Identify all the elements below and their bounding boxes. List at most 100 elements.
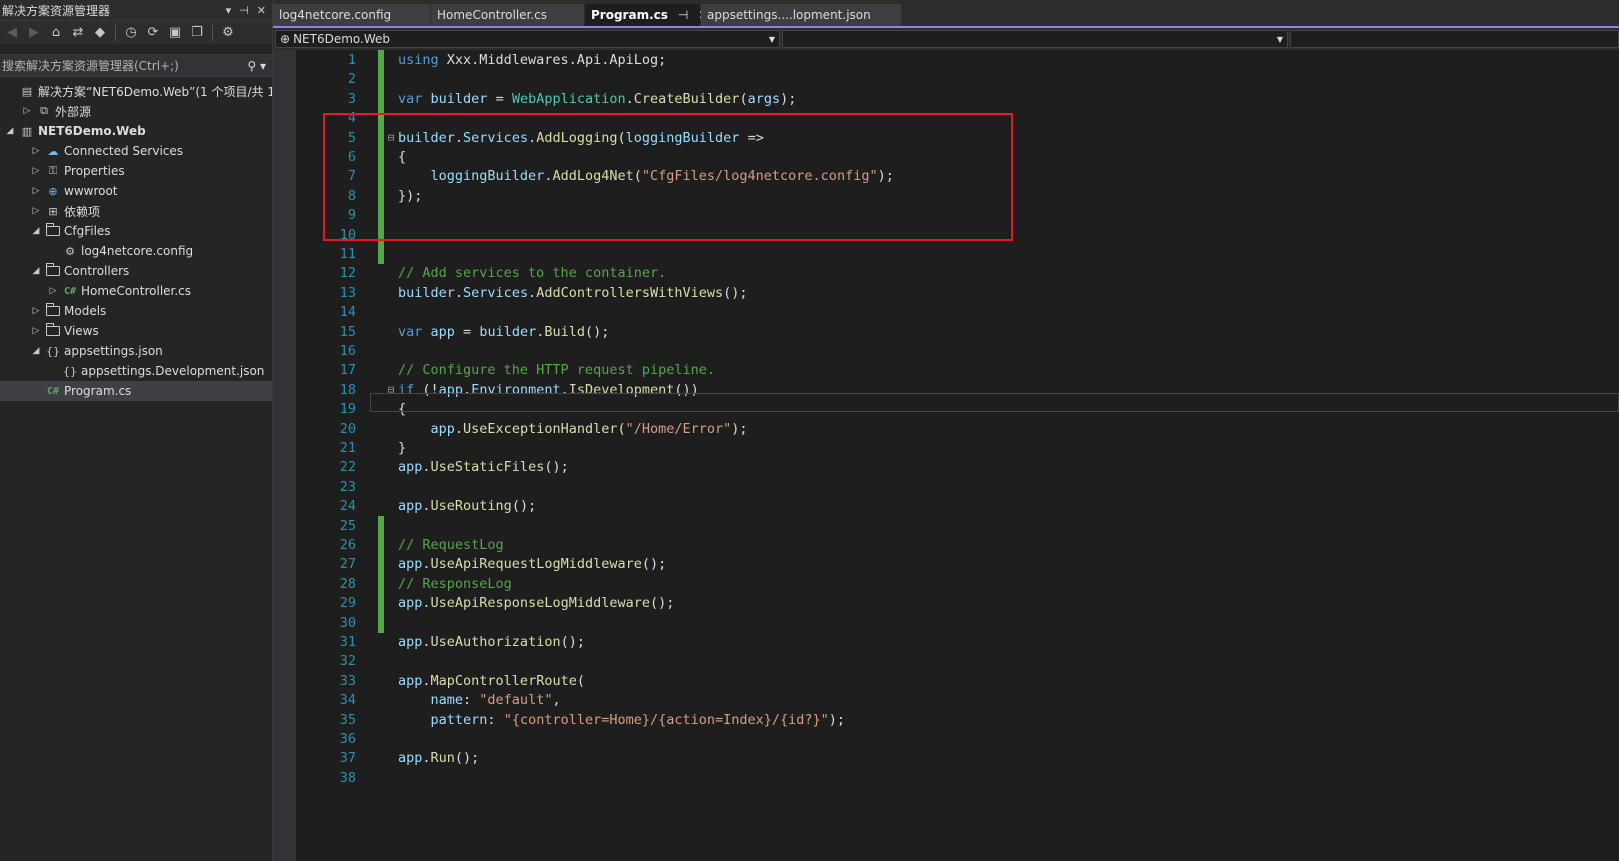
tree-item[interactable]: ▷ ⧉ 外部源 bbox=[0, 101, 272, 121]
code-line[interactable]: 14 bbox=[296, 302, 398, 322]
tree-item[interactable]: ▷ C# HomeController.cs bbox=[0, 281, 272, 301]
tree-item[interactable]: ◢ Controllers bbox=[0, 261, 272, 281]
expanded-arrow-icon[interactable]: ◢ bbox=[30, 266, 42, 276]
code-line[interactable]: 38 bbox=[296, 768, 398, 788]
properties-button-icon[interactable]: ⚙ bbox=[219, 24, 237, 42]
code-line[interactable]: 33 app.MapControllerRoute( bbox=[296, 671, 585, 691]
code-line[interactable]: 37 app.Run(); bbox=[296, 748, 480, 768]
code-line[interactable]: 23 bbox=[296, 477, 398, 497]
change-margin bbox=[378, 322, 384, 342]
solution-explorer-search[interactable]: 搜索解决方案资源管理器(Ctrl+;) ⚲ ▾ bbox=[0, 54, 272, 77]
code-line[interactable]: 26 // RequestLog bbox=[296, 535, 504, 555]
code-token: ( bbox=[617, 420, 626, 437]
close-icon[interactable]: ✕ bbox=[257, 4, 266, 17]
collapsed-arrow-icon[interactable]: ▷ bbox=[30, 326, 42, 336]
show-all-files-icon[interactable]: ❐ bbox=[188, 24, 206, 42]
code-line[interactable]: 34 name: "default", bbox=[296, 690, 561, 710]
code-token: pattern bbox=[430, 711, 488, 728]
code-token: ); bbox=[780, 90, 797, 107]
code-line[interactable]: 16 bbox=[296, 341, 398, 361]
forward-icon[interactable]: ▶ bbox=[25, 24, 43, 42]
code-line[interactable]: 21} bbox=[296, 438, 406, 458]
tree-item[interactable]: ▷ ⚿ Properties bbox=[0, 161, 272, 181]
pin-icon[interactable]: ⊣ bbox=[239, 4, 249, 17]
code-line[interactable]: 35 pattern: "{controller=Home}/{action=I… bbox=[296, 710, 845, 730]
collapsed-arrow-icon[interactable]: ▷ bbox=[21, 106, 33, 116]
tree-item[interactable]: ◢ CfgFiles bbox=[0, 221, 272, 241]
back-icon[interactable]: ◀ bbox=[3, 24, 21, 42]
code-line[interactable]: 29 app.UseApiResponseLogMiddleware(); bbox=[296, 593, 674, 614]
code-line[interactable]: 30 bbox=[296, 612, 398, 633]
change-margin bbox=[378, 341, 384, 361]
tab-homecontroller-cs[interactable]: HomeController.cs bbox=[431, 4, 584, 26]
collapsed-arrow-icon[interactable]: ▷ bbox=[30, 306, 42, 316]
expanded-arrow-icon[interactable]: ◢ bbox=[4, 126, 16, 136]
code-line[interactable]: 28 // ResponseLog bbox=[296, 573, 512, 594]
tree-item[interactable]: {} appsettings.Development.json bbox=[0, 361, 272, 381]
collapsed-arrow-icon[interactable]: ▷ bbox=[30, 146, 42, 156]
tree-item[interactable]: ▷ Models bbox=[0, 301, 272, 321]
expanded-arrow-icon[interactable]: ◢ bbox=[30, 226, 42, 236]
code-line[interactable]: 24 app.UseRouting(); bbox=[296, 496, 536, 516]
pending-changes-icon[interactable]: ◷ bbox=[122, 24, 140, 42]
code-token: . bbox=[422, 634, 431, 650]
code-token: app bbox=[430, 323, 455, 340]
code-line[interactable]: 31 app.UseAuthorization(); bbox=[296, 632, 585, 652]
sync-icon[interactable]: ⟳ bbox=[144, 24, 162, 42]
pin-tab-icon[interactable]: ⊣ bbox=[678, 8, 688, 22]
tree-item[interactable]: ▷ ⊞ 依赖项 bbox=[0, 201, 272, 221]
home-icon[interactable]: ⌂ bbox=[47, 24, 65, 42]
member-dropdown[interactable] bbox=[1290, 30, 1619, 48]
line-number: 1 bbox=[347, 52, 356, 68]
tree-item[interactable]: ▷ Views bbox=[0, 321, 272, 341]
code-line[interactable]: 27 app.UseApiRequestLogMiddleware(); bbox=[296, 554, 666, 575]
tree-item[interactable]: ◢ ▥ NET6Demo.Web bbox=[0, 121, 272, 141]
tab-log4netcore-config[interactable]: log4netcore.config bbox=[273, 4, 430, 26]
code-line[interactable]: 2 bbox=[296, 69, 398, 90]
code-line[interactable]: 17 // Configure the HTTP request pipeline… bbox=[296, 360, 715, 380]
collapsed-arrow-icon[interactable]: ▷ bbox=[30, 186, 42, 196]
code-line[interactable]: 32 bbox=[296, 651, 398, 671]
line-number: 34 bbox=[339, 692, 356, 709]
tree-item-label: wwwroot bbox=[64, 184, 118, 198]
code-token: (); bbox=[454, 750, 480, 767]
code-token: ( bbox=[739, 90, 748, 107]
code-token: (); bbox=[544, 459, 569, 476]
code-line[interactable]: 25 bbox=[296, 515, 398, 536]
code-line[interactable]: 15 var app = builder.Build(); bbox=[296, 322, 610, 342]
search-icon[interactable]: ⚲ ▾ bbox=[247, 59, 266, 73]
collapsed-arrow-icon[interactable]: ▷ bbox=[30, 206, 42, 216]
code-line[interactable]: 1 using Xxx.Middlewares.Api.ApiLog; bbox=[296, 50, 666, 70]
current-line-highlight bbox=[370, 393, 1619, 412]
tree-item[interactable]: ▷ ⊕ wwwroot bbox=[0, 181, 272, 201]
collapsed-arrow-icon[interactable]: ▷ bbox=[30, 166, 42, 176]
collapse-all-icon[interactable]: ▣ bbox=[166, 24, 184, 42]
collapsed-arrow-icon[interactable]: ▷ bbox=[47, 286, 59, 296]
change-margin bbox=[378, 496, 384, 516]
code-line[interactable]: 36 bbox=[296, 729, 398, 749]
tree-item[interactable]: ◢ {} appsettings.json bbox=[0, 341, 272, 361]
code-line[interactable]: 12 // Add services to the container. bbox=[296, 263, 666, 283]
change-indicator-bar bbox=[378, 244, 384, 264]
code-token: : bbox=[463, 692, 480, 709]
tree-item[interactable]: C# Program.cs bbox=[0, 381, 272, 401]
tree-item[interactable]: ⚙ log4netcore.config bbox=[0, 241, 272, 261]
tree-item[interactable]: ▷ ☁ Connected Services bbox=[0, 141, 272, 161]
vs-icon[interactable]: ◆ bbox=[91, 24, 109, 42]
expanded-arrow-icon[interactable]: ◢ bbox=[30, 346, 42, 356]
code-line[interactable]: 13 builder.Services.AddControllersWithVie… bbox=[296, 283, 748, 303]
switch-views-icon[interactable]: ⇄ bbox=[69, 24, 87, 42]
search-input[interactable]: 搜索解决方案资源管理器(Ctrl+;) bbox=[2, 57, 247, 74]
tab-program-cs[interactable]: Program.cs⊣✕ bbox=[585, 4, 708, 26]
type-dropdown[interactable]: ▼ bbox=[782, 30, 1288, 48]
code-line[interactable]: 3 var builder = WebApplication.CreateBuil… bbox=[296, 88, 797, 109]
code-line[interactable]: 11 bbox=[296, 244, 398, 264]
globe-icon: ⊕ bbox=[48, 184, 58, 198]
tree-item[interactable]: ▤ 解决方案“NET6Demo.Web”(1 个项目/共 1 个 bbox=[0, 81, 272, 101]
code-line[interactable]: 22 app.UseStaticFiles(); bbox=[296, 457, 569, 477]
tab-appsettings-lopment-json[interactable]: appsettings....lopment.json bbox=[701, 4, 901, 26]
window-dropdown-icon[interactable]: ▾ bbox=[226, 4, 232, 17]
code-line[interactable]: 20 app.UseExceptionHandler("/Home/Error"… bbox=[296, 419, 748, 439]
project-dropdown[interactable]: ⊕ NET6Demo.Web ▼ bbox=[275, 30, 780, 48]
